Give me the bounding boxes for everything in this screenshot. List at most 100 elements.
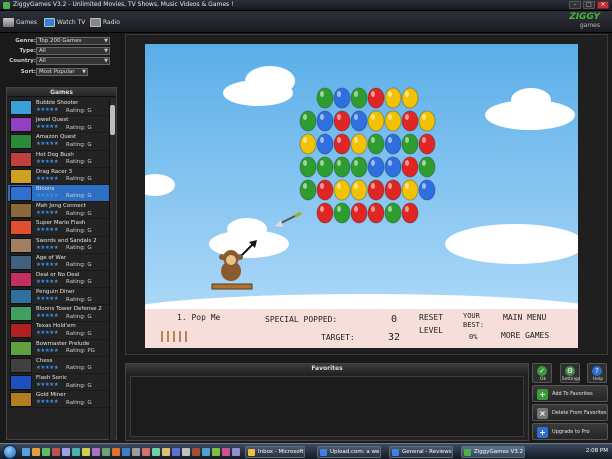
filter-sort-label: Sort: (20, 69, 36, 75)
games-panel-title: Games (7, 88, 116, 97)
game-list-item[interactable]: Hot Dog Bush ★★★★★ Rating: G (8, 151, 110, 168)
quicklaunch-icon[interactable] (22, 448, 30, 456)
quicklaunch-icon[interactable] (42, 448, 50, 456)
quicklaunch-icon[interactable] (162, 448, 170, 456)
game-rating: Rating: G (66, 193, 92, 199)
system-tray: 2:08 PM (555, 446, 610, 458)
game-list-item[interactable]: Bloons ★★★★★ Rating: G (8, 184, 110, 203)
game-list-item[interactable]: Bubble Shooter ★★★★★ Rating: G (8, 99, 110, 117)
close-button[interactable]: × (597, 1, 609, 9)
quicklaunch-icon[interactable] (112, 448, 120, 456)
game-list-item[interactable]: Super Mario Flash ★★★★★ Rating: G (8, 219, 110, 237)
game-list-item[interactable]: Flash Sonic ★★★★★ Rating: G (8, 374, 110, 392)
game-canvas[interactable]: 1. Pop Me SPECIAL POPPED: 0 TARGET: 32 R… (145, 44, 578, 348)
more-games-button[interactable]: MORE GAMES (501, 331, 549, 340)
delete-icon: × (537, 408, 548, 419)
quicklaunch-icon[interactable] (202, 448, 210, 456)
taskbar-item[interactable]: Inbox - Microsoft ... (245, 446, 305, 458)
maximize-button[interactable]: □ (583, 1, 595, 9)
game-list-item[interactable]: Bowmaster Prelude ★★★★★ Rating: PG (8, 340, 110, 357)
game-name: Swords and Sandals 2 (36, 237, 97, 244)
sort-dropdown[interactable]: Most Popular ▼ (36, 68, 88, 76)
upgrade-button[interactable]: + Upgrade to Pro (532, 423, 608, 440)
tv-icon (44, 17, 55, 27)
type-value: All (39, 48, 46, 54)
quicklaunch-icon[interactable] (142, 448, 150, 456)
star-rating-icon: ★★★★★ (36, 227, 59, 234)
country-value: All (39, 58, 46, 64)
quicklaunch-icon[interactable] (182, 448, 190, 456)
rating-value: G (87, 262, 92, 269)
quicklaunch-icon[interactable] (72, 448, 80, 456)
taskbar-item[interactable]: ZiggyGames V3.2 ... (461, 446, 525, 458)
tab-games[interactable]: Games (3, 16, 37, 28)
game-name: Mah Jong Connect (36, 203, 86, 210)
game-list-item[interactable]: Age of War ★★★★★ Rating: G (8, 254, 110, 271)
taskbar-item[interactable]: Upload.com: a we... (317, 446, 381, 458)
genre-dropdown[interactable]: Top 200 Games ▼ (36, 37, 110, 45)
rating-prefix: Rating: (66, 124, 86, 131)
game-thumbnail (10, 220, 32, 236)
game-list-item[interactable]: Jewel Quest ★★★★★ Rating: G (8, 116, 110, 134)
quicklaunch-icon[interactable] (122, 448, 130, 456)
type-dropdown[interactable]: All ▼ (36, 47, 110, 55)
upgrade-label: Upgrade to Pro (552, 429, 590, 435)
quicklaunch-icon[interactable] (152, 448, 160, 456)
quicklaunch-icon[interactable] (232, 448, 240, 456)
browser-icon (392, 449, 399, 456)
game-list-item[interactable]: Deal or No Deal ★★★★★ Rating: G (8, 271, 110, 289)
game-name: Bloons (36, 185, 55, 192)
quicklaunch-icon[interactable] (212, 448, 220, 456)
tab-radio[interactable]: Radio (90, 16, 120, 28)
favorites-list[interactable] (130, 376, 524, 437)
rating-prefix: Rating: (66, 141, 86, 148)
minimize-button[interactable]: – (569, 1, 581, 9)
gear-icon: ⚙ (565, 366, 575, 376)
delete-from-favorites-button[interactable]: × Delete From Favorites (532, 404, 608, 421)
settings-button[interactable]: ⚙ Settings (560, 363, 580, 383)
game-list-item[interactable]: Gold Miner ★★★★★ Rating: G (8, 391, 110, 409)
quicklaunch-icon[interactable] (222, 448, 230, 456)
reset-level-button-line2[interactable]: LEVEL (419, 326, 443, 335)
tab-watch-tv[interactable]: Watch TV (44, 16, 85, 28)
quicklaunch-icon[interactable] (82, 448, 90, 456)
game-name: Bowmaster Prelude (36, 340, 90, 347)
game-list-item[interactable]: Texas Hold'em ★★★★★ Rating: G (8, 322, 110, 340)
add-to-favorites-button[interactable]: + Add To Favorites (532, 385, 608, 402)
rating-prefix: Rating: (66, 330, 86, 337)
rating-value: G (87, 399, 92, 406)
help-button[interactable]: ? Help (587, 363, 607, 383)
game-thumbnail (10, 375, 32, 390)
game-rating: Rating: G (66, 228, 92, 234)
game-list-item[interactable]: Penguin Diner ★★★★★ Rating: G (8, 288, 110, 306)
ok-button[interactable]: ✓ Ok (532, 363, 552, 383)
rating-value: PG (87, 348, 95, 355)
quicklaunch-icon[interactable] (132, 448, 140, 456)
quicklaunch-icon[interactable] (62, 448, 70, 456)
game-list-item[interactable]: Bloons Tower Defense 2 ★★★★★ Rating: G (8, 305, 110, 323)
game-list-item[interactable]: Amazon Quest ★★★★★ Rating: G (8, 133, 110, 151)
main-menu-button[interactable]: MAIN MENU (503, 313, 546, 322)
scrollbar-thumb[interactable] (110, 105, 115, 135)
game-list-item[interactable]: Swords and Sandals 2 ★★★★★ Rating: G (8, 237, 110, 254)
quicklaunch-icon[interactable] (192, 448, 200, 456)
quicklaunch-icon[interactable] (32, 448, 40, 456)
taskbar-item[interactable]: General - Reviews ... (389, 446, 453, 458)
country-dropdown[interactable]: All ▼ (36, 57, 110, 65)
quicklaunch-icon[interactable] (172, 448, 180, 456)
game-list-item[interactable]: Chess ★★★★★ Rating: G (8, 357, 110, 374)
game-list-item[interactable]: Mah Jong Connect ★★★★★ Rating: G (8, 202, 110, 220)
help-label: Help (592, 377, 604, 382)
os-taskbar: Inbox - Microsoft ... Upload.com: a we..… (0, 443, 612, 459)
quicklaunch-icon[interactable] (52, 448, 60, 456)
genre-value: Top 200 Games (39, 38, 82, 44)
game-name: Drag Racer 3 (36, 168, 73, 175)
clock[interactable]: 2:08 PM (586, 448, 608, 454)
games-scrollbar[interactable] (109, 99, 115, 440)
game-list-item[interactable]: Drag Racer 3 ★★★★★ Rating: G (8, 168, 110, 185)
reset-level-button-line1[interactable]: RESET (419, 313, 443, 322)
quicklaunch-icon[interactable] (102, 448, 110, 456)
start-button[interactable] (3, 445, 17, 459)
quicklaunch-icon[interactable] (92, 448, 100, 456)
rating-prefix: Rating: (66, 245, 86, 251)
